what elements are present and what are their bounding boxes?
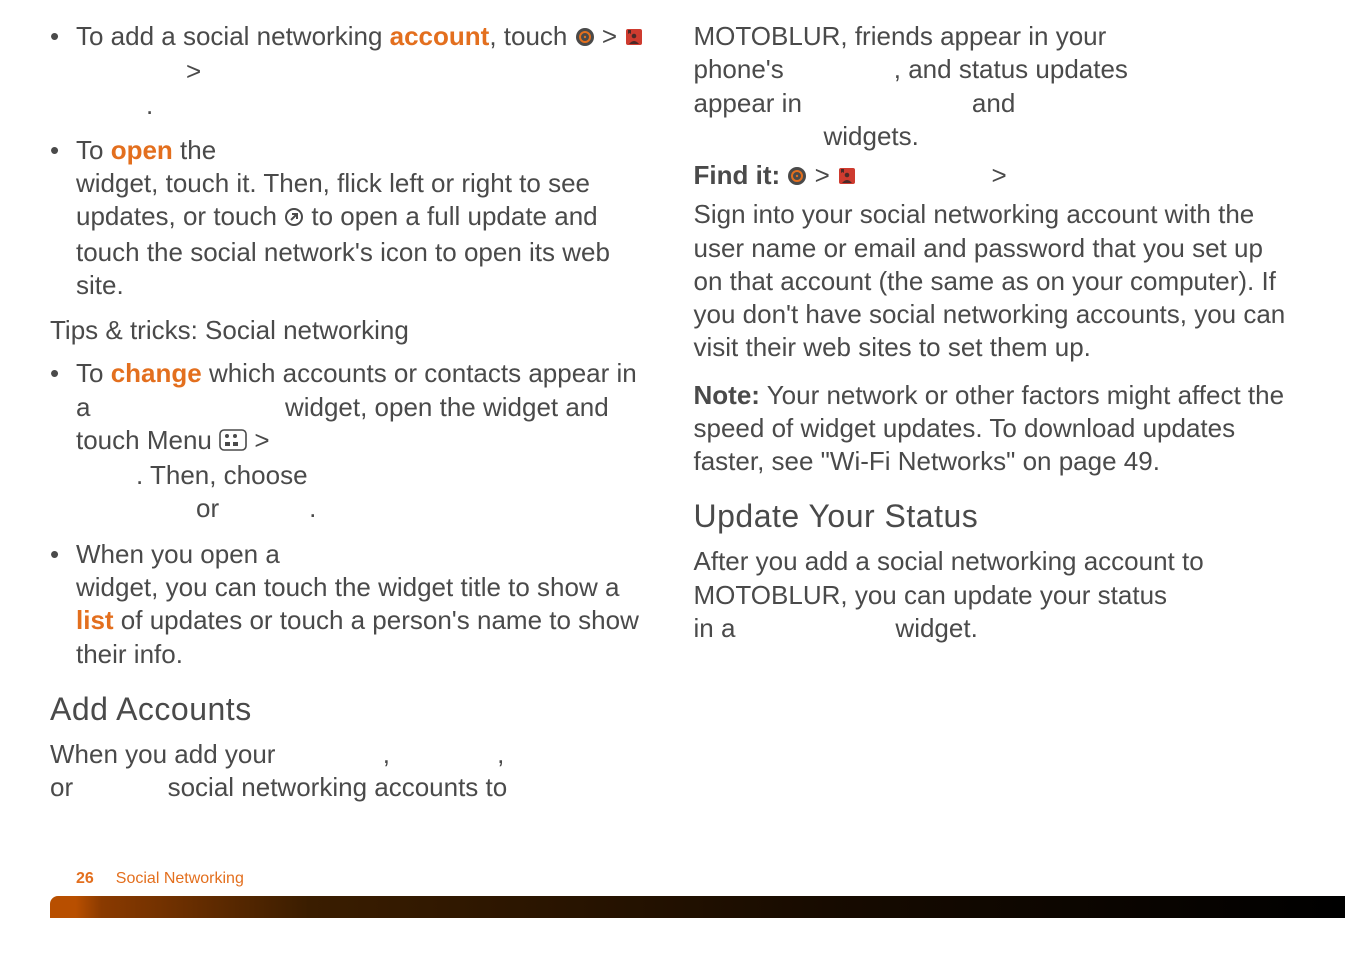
text: widget, you can touch the widget title t… [76,572,619,602]
page-footer: 26 Social Networking [0,872,1345,918]
dot: . [309,493,316,523]
bullet-dot: • [50,357,76,525]
tips-heading: Tips & tricks: Social networking [50,314,652,347]
gt: > [186,56,201,86]
text-bold: open [111,135,173,165]
comma: , [383,739,390,769]
gt: > [254,425,269,455]
comma: , [497,739,504,769]
left-column: • To add a social networking account, to… [50,20,652,804]
section-name: Social Networking [116,870,244,887]
bullet-open-widget: • To open the widget, touch it. Then, fl… [50,134,652,302]
text: in a [694,613,736,643]
dot: . [146,90,153,120]
text: appear in [694,88,802,118]
text: widgets. [824,121,919,151]
text: . Then, choose [136,460,308,490]
bullet-open-list: • When you open a widget, you can touch … [50,538,652,671]
bullet-dot: • [50,20,76,122]
text: social networking accounts to [168,772,508,802]
bullet-dot: • [50,134,76,302]
text-bold: change [111,358,202,388]
paragraph-add-accounts: When you add your , , or social networki… [50,738,652,805]
bullet-add-account: • To add a social networking account, to… [50,20,652,122]
text: After you add a social networking accoun… [694,546,1204,609]
text: widget. [895,613,977,643]
menu-icon [219,426,247,459]
text: When you open a [76,539,280,569]
bullet-change-accounts: • To change which accounts or contacts a… [50,357,652,525]
home-circle-icon [575,22,595,55]
text: When you add your [50,739,275,769]
home-circle-icon [787,161,807,194]
text: phone's [694,54,784,84]
text: of updates or touch a person's name to s… [76,605,639,668]
text: Your network or other factors might affe… [694,380,1285,477]
note-label: Note: [694,380,760,410]
text: MOTOBLUR, friends appear in your [694,21,1107,51]
heading-add-accounts: Add Accounts [50,689,652,730]
gt: > [815,160,830,190]
accounts-icon [837,161,857,194]
heading-update-status: Update Your Status [694,496,1296,537]
find-it-label: Find it: [694,160,781,190]
paragraph-update-status: After you add a social networking accoun… [694,545,1296,645]
right-column: MOTOBLUR, friends appear in your phone's… [694,20,1296,804]
text: To add a social networking [76,21,390,51]
text: widget, open the widget and touch Menu [76,392,609,455]
text: , touch [489,21,574,51]
paragraph-signin: Sign into your social networking account… [694,198,1296,364]
gt: > [602,21,624,51]
text: To [76,358,111,388]
text: or [50,772,73,802]
footer-bar [50,896,1345,918]
paragraph-motoblur: MOTOBLUR, friends appear in your phone's… [694,20,1296,153]
paragraph-note: Note: Your network or other factors migh… [694,379,1296,479]
text: or [196,493,219,523]
bullet-dot: • [50,538,76,671]
open-arrow-icon [284,202,304,235]
text: , and status updates [894,54,1128,84]
text: To [76,135,111,165]
accounts-icon [624,22,644,55]
page-number: 26 [76,870,94,887]
text-bold: list [76,605,114,635]
gt: > [992,160,1007,190]
find-it-row: Find it: > > [694,159,1296,194]
text-bold: account [390,21,490,51]
text: the [173,135,216,165]
text: and [972,88,1015,118]
